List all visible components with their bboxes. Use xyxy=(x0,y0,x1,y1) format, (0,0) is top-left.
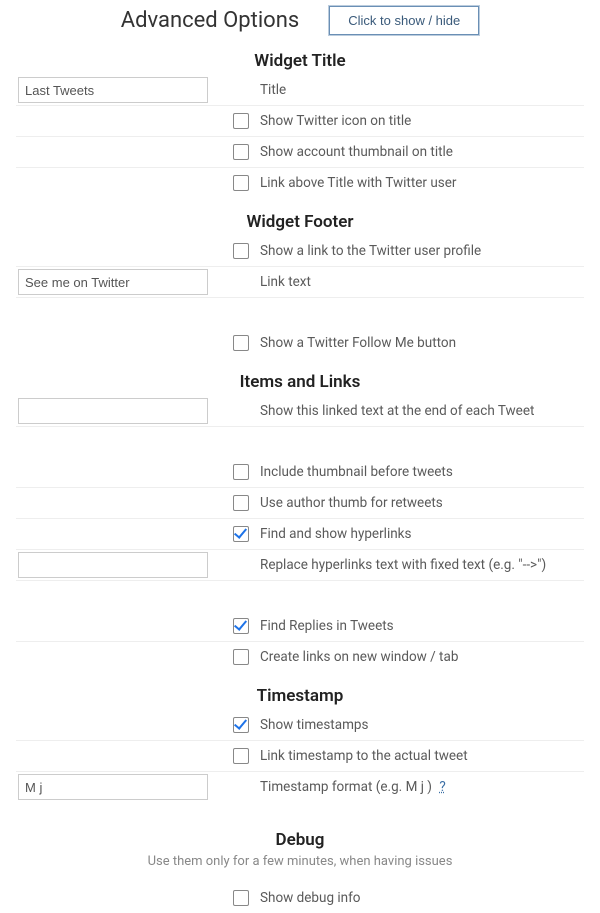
row-link-above-title: Link above Title with Twitter user xyxy=(16,168,584,198)
items-links-rows: Show this linked text at the end of each… xyxy=(16,396,584,672)
replace-hyperlink-text-label: Replace hyperlinks text with fixed text … xyxy=(256,557,584,573)
new-window-checkbox[interactable] xyxy=(233,649,249,665)
find-replies-label: Find Replies in Tweets xyxy=(256,618,584,634)
linked-text-label: Show this linked text at the end of each… xyxy=(256,403,584,419)
row-show-profile-link: Show a link to the Twitter user profile xyxy=(16,236,584,267)
timestamp-format-input[interactable] xyxy=(18,774,208,800)
section-heading-items-links: Items and Links xyxy=(0,372,600,392)
section-heading-widget-footer: Widget Footer xyxy=(0,212,600,232)
row-linked-text: Show this linked text at the end of each… xyxy=(16,396,584,427)
link-timestamp-label: Link timestamp to the actual tweet xyxy=(256,748,584,764)
show-account-thumb-checkbox[interactable] xyxy=(233,144,249,160)
row-find-replies: Find Replies in Tweets xyxy=(16,611,584,642)
debug-rows: Show debug info xyxy=(16,883,584,913)
link-above-title-label: Link above Title with Twitter user xyxy=(256,175,584,191)
row-timestamp-format: Timestamp format (e.g. M j ) ? xyxy=(16,772,584,802)
row-link-text: Link text xyxy=(16,267,584,298)
row-title: Title xyxy=(16,75,584,106)
show-timestamps-checkbox[interactable] xyxy=(233,717,249,733)
panel-title: Advanced Options xyxy=(121,8,300,33)
replace-hyperlink-text-input[interactable] xyxy=(18,552,208,578)
title-input[interactable] xyxy=(18,77,208,103)
timestamp-format-text: Timestamp format (e.g. M j ) xyxy=(260,779,432,795)
row-replace-hyperlink-text: Replace hyperlinks text with fixed text … xyxy=(16,550,584,581)
link-text-label: Link text xyxy=(256,274,584,290)
find-hyperlinks-checkbox[interactable] xyxy=(233,526,249,542)
link-text-input[interactable] xyxy=(18,269,208,295)
follow-me-checkbox[interactable] xyxy=(233,335,249,351)
show-profile-link-checkbox[interactable] xyxy=(233,243,249,259)
row-author-thumb-rt: Use author thumb for retweets xyxy=(16,488,584,519)
section-heading-timestamp: Timestamp xyxy=(0,686,600,706)
show-timestamps-label: Show timestamps xyxy=(256,717,584,733)
show-twitter-icon-label: Show Twitter icon on title xyxy=(256,113,584,129)
row-follow-me-button: Show a Twitter Follow Me button xyxy=(16,328,584,358)
title-label: Title xyxy=(256,82,584,98)
timestamp-format-help-link[interactable]: ? xyxy=(439,779,445,795)
row-show-twitter-icon: Show Twitter icon on title xyxy=(16,106,584,137)
row-show-debug: Show debug info xyxy=(16,883,584,913)
find-replies-checkbox[interactable] xyxy=(233,618,249,634)
show-account-thumb-label: Show account thumbnail on title xyxy=(256,144,584,160)
advanced-options-panel: Advanced Options Click to show / hide Wi… xyxy=(0,0,600,913)
section-heading-widget-title: Widget Title xyxy=(0,51,600,71)
toggle-button[interactable]: Click to show / hide xyxy=(329,6,479,35)
timestamp-format-label: Timestamp format (e.g. M j ) ? xyxy=(256,779,584,795)
widget-footer-rows: Show a link to the Twitter user profile … xyxy=(16,236,584,358)
timestamp-rows: Show timestamps Link timestamp to the ac… xyxy=(16,710,584,802)
find-hyperlinks-label: Find and show hyperlinks xyxy=(256,526,584,542)
row-link-timestamp: Link timestamp to the actual tweet xyxy=(16,741,584,772)
link-timestamp-checkbox[interactable] xyxy=(233,748,249,764)
author-thumb-rt-checkbox[interactable] xyxy=(233,495,249,511)
show-profile-link-label: Show a link to the Twitter user profile xyxy=(256,243,584,259)
debug-note: Use them only for a few minutes, when ha… xyxy=(0,854,600,869)
show-debug-checkbox[interactable] xyxy=(233,890,249,906)
show-twitter-icon-checkbox[interactable] xyxy=(233,113,249,129)
author-thumb-rt-label: Use author thumb for retweets xyxy=(256,495,584,511)
row-new-window: Create links on new window / tab xyxy=(16,642,584,672)
row-show-account-thumb: Show account thumbnail on title xyxy=(16,137,584,168)
header: Advanced Options Click to show / hide xyxy=(0,6,600,35)
link-above-title-checkbox[interactable] xyxy=(233,175,249,191)
row-include-thumb: Include thumbnail before tweets xyxy=(16,457,584,488)
section-heading-debug: Debug xyxy=(0,830,600,850)
include-thumb-label: Include thumbnail before tweets xyxy=(256,464,584,480)
follow-me-label: Show a Twitter Follow Me button xyxy=(256,335,584,351)
include-thumb-checkbox[interactable] xyxy=(233,464,249,480)
row-find-hyperlinks: Find and show hyperlinks xyxy=(16,519,584,550)
widget-title-rows: Title Show Twitter icon on title Show ac… xyxy=(16,75,584,198)
show-debug-label: Show debug info xyxy=(256,890,584,906)
linked-text-input[interactable] xyxy=(18,398,208,424)
row-show-timestamps: Show timestamps xyxy=(16,710,584,741)
new-window-label: Create links on new window / tab xyxy=(256,649,584,665)
